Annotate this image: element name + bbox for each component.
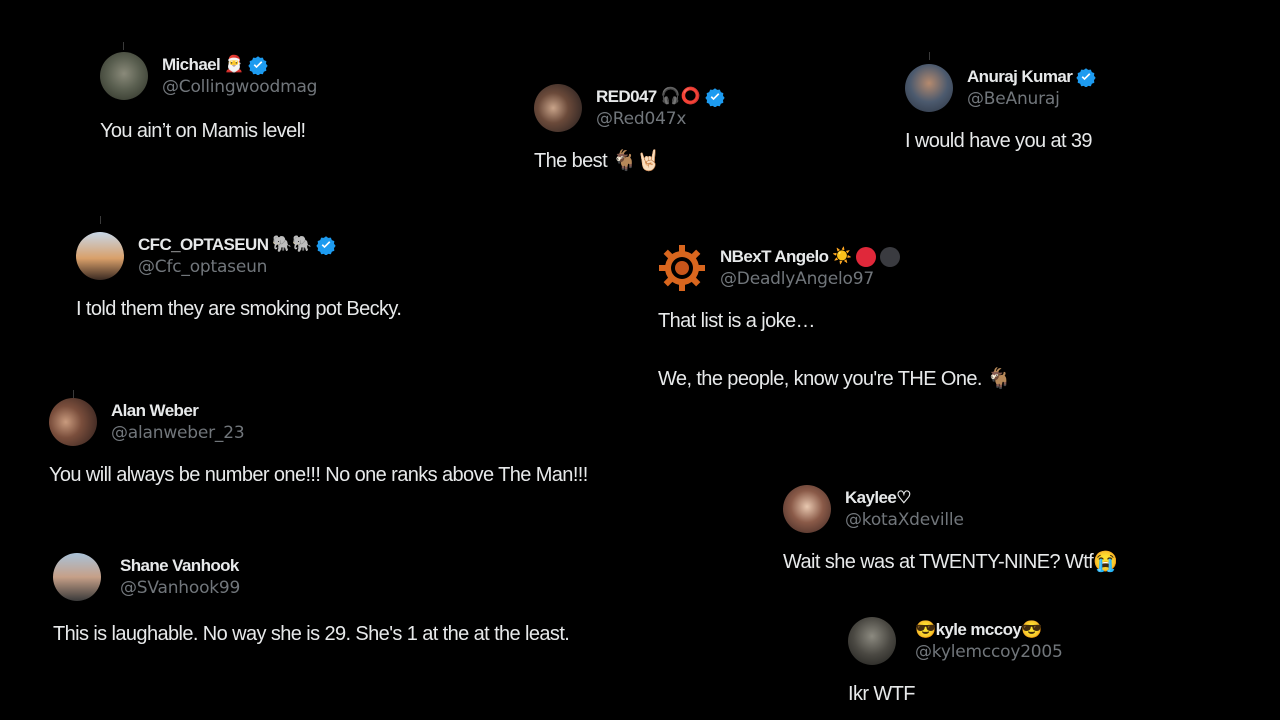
verified-badge-icon	[248, 56, 268, 75]
display-name[interactable]: Alan Weber	[111, 401, 199, 421]
verified-badge-icon	[1076, 68, 1096, 87]
display-name[interactable]: CFC_OPTASEUN	[138, 235, 269, 255]
tweet-text-line-1: That list is a joke…	[658, 310, 816, 332]
display-name[interactable]: 😎kyle mccoy😎	[915, 620, 1042, 640]
tweet-text: The best 🐐🤘🏻	[534, 150, 661, 172]
tweet-text: Ikr WTF	[848, 683, 915, 705]
tweet-text: You ain’t on Mamis level!	[100, 120, 306, 142]
display-name[interactable]: RED047	[596, 87, 657, 107]
display-name[interactable]: NBexT Angelo	[720, 247, 829, 267]
user-handle[interactable]: @DeadlyAngelo97	[720, 269, 900, 289]
tweet-nbext-angelo: NBexT Angelo ☀️ @DeadlyAngelo97 That lis…	[658, 244, 1012, 392]
user-handle[interactable]: @Red047x	[596, 109, 725, 129]
user-handle[interactable]: @kylemccoy2005	[915, 642, 1063, 662]
display-name[interactable]: Shane Vanhook	[120, 556, 239, 576]
tweet-text: Wait she was at TWENTY-NINE? Wtf😭	[783, 551, 1118, 573]
elephant-emoji-icon: 🐘🐘	[272, 236, 313, 253]
display-name[interactable]: Anuraj Kumar	[967, 67, 1073, 87]
avatar[interactable]	[49, 398, 97, 446]
sun-emoji-icon: ☀️	[832, 248, 853, 265]
tweet-kyle-mccoy: 😎kyle mccoy😎 @kylemccoy2005 Ikr WTF	[848, 617, 1063, 707]
display-name[interactable]: Michael	[162, 55, 221, 75]
thread-line	[100, 216, 101, 224]
tweet-shane-vanhook: Shane Vanhook @SVanhook99 This is laugha…	[53, 553, 570, 647]
avatar[interactable]	[905, 64, 953, 112]
headphones-circle-emoji-icon: 🎧⭕	[660, 88, 701, 105]
user-handle[interactable]: @kotaXdeville	[845, 510, 964, 530]
tweet-text: You will always be number one!!! No one …	[49, 464, 588, 486]
tweet-text: I told them they are smoking pot Becky.	[76, 298, 402, 320]
verified-badge-icon	[316, 236, 336, 255]
thread-line	[73, 390, 74, 398]
tweet-anuraj: Anuraj Kumar @BeAnuraj I would have you …	[905, 52, 1096, 154]
avatar[interactable]	[534, 84, 582, 132]
tweet-kaylee: Kaylee♡ @kotaXdeville Wait she was at TW…	[783, 485, 1118, 575]
gear-logo-icon[interactable]	[658, 244, 706, 292]
tweet-text: I would have you at 39	[905, 130, 1093, 152]
tweet-cfc-optaseun: CFC_OPTASEUN 🐘🐘 @Cfc_optaseun I told the…	[76, 216, 402, 322]
user-handle[interactable]: @SVanhook99	[120, 578, 240, 598]
tweet-alan-weber: Alan Weber @alanweber_23 You will always…	[49, 390, 588, 488]
user-handle[interactable]: @Collingwoodmag	[162, 77, 317, 97]
user-handle[interactable]: @Cfc_optaseun	[138, 257, 336, 277]
avatar[interactable]	[848, 617, 896, 665]
tweet-red047: RED047 🎧⭕ @Red047x The best 🐐🤘🏻	[534, 84, 725, 174]
verified-badge-icon	[704, 88, 725, 107]
santa-emoji-icon: 🎅	[224, 56, 245, 73]
avatar[interactable]	[76, 232, 124, 280]
user-handle[interactable]: @alanweber_23	[111, 423, 245, 443]
tweet-text-line-2: We, the people, know you're THE One. 🐐	[658, 368, 1012, 390]
user-handle[interactable]: @BeAnuraj	[967, 89, 1096, 109]
avatar[interactable]	[100, 52, 148, 100]
black-circle-icon	[880, 247, 901, 267]
display-name[interactable]: Kaylee♡	[845, 488, 911, 508]
avatar[interactable]	[53, 553, 101, 601]
tweet-text: This is laughable. No way she is 29. She…	[53, 623, 570, 645]
thread-line	[929, 52, 930, 60]
tweet-michael: Michael 🎅 @Collingwoodmag You ain’t on M…	[100, 42, 317, 144]
avatar[interactable]	[783, 485, 831, 533]
thread-line	[123, 42, 124, 50]
red-circle-icon	[856, 247, 877, 267]
